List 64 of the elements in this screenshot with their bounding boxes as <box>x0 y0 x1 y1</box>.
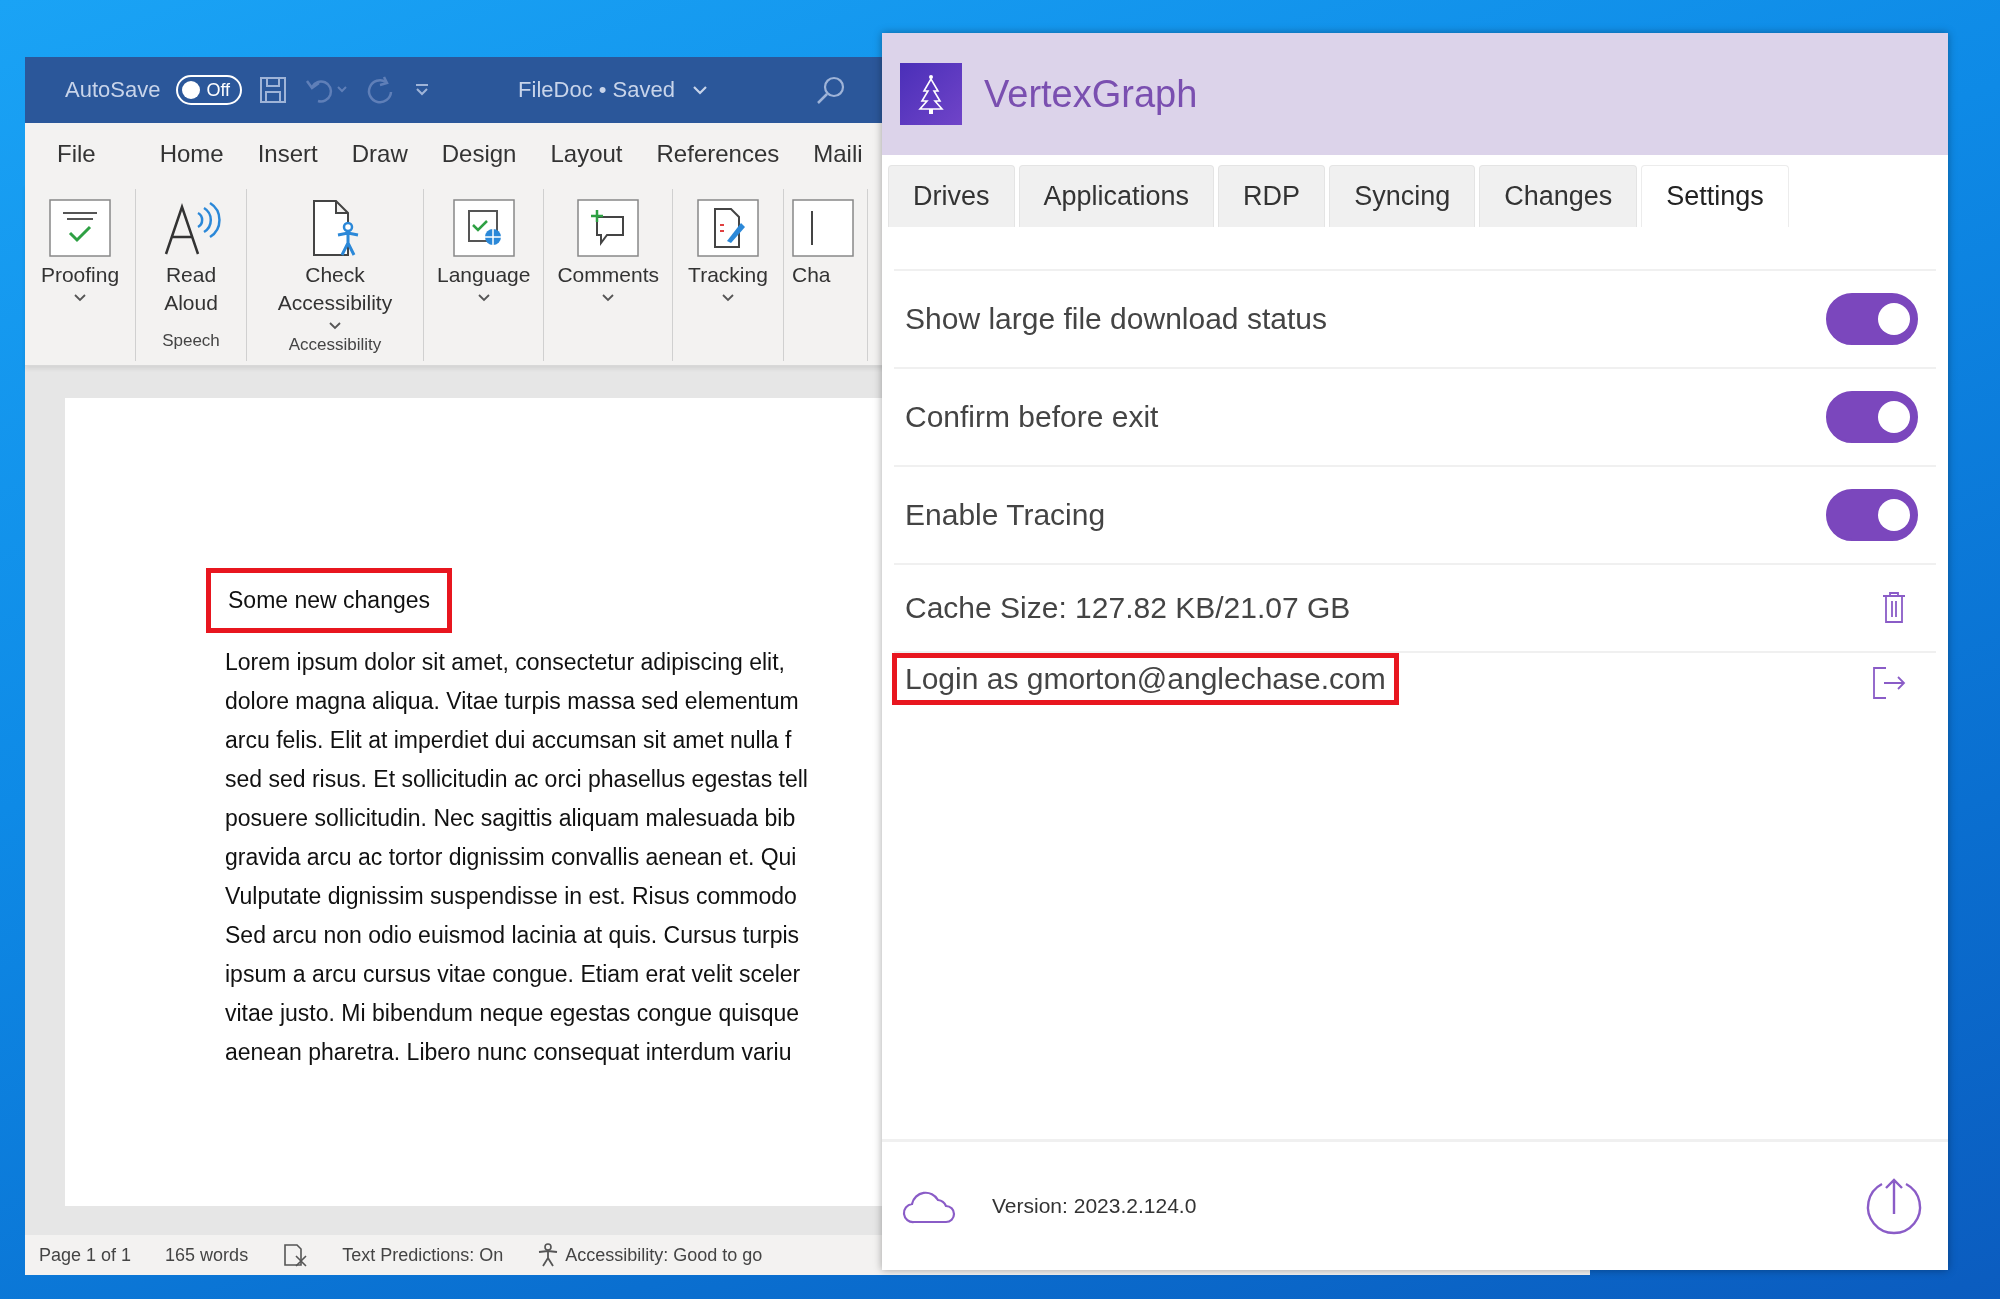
text-line: sed sed risus. Et sollicitudin ac orci phasellus egestas tell <box>225 765 808 794</box>
version-text: Version: 2023.2.124.0 <box>992 1194 1198 1218</box>
ribbon-command[interactable]: Cha <box>791 195 854 293</box>
logout-icon[interactable] <box>1872 667 1906 699</box>
menu-tab[interactable]: Insert <box>257 140 318 168</box>
setting-label: Show large file download status <box>904 301 1328 337</box>
setting-label: Confirm before exit <box>904 399 1160 435</box>
text-line: posuere sollicitudin. Nec sagittis aliquam malesuada bib <box>225 804 796 833</box>
upload-icon[interactable] <box>1864 1176 1924 1236</box>
tab[interactable]: Changes <box>1479 165 1638 227</box>
group-label: Accessibility <box>288 335 382 355</box>
document-icon <box>791 199 854 257</box>
document-heading: Some new changes <box>206 568 452 633</box>
tab[interactable]: Applications <box>1018 165 1215 227</box>
new-comment-icon <box>577 199 640 257</box>
spelling-check-icon <box>49 199 111 257</box>
ribbon-command[interactable]: Check Accessibility <box>260 195 410 335</box>
menu-tab[interactable]: File <box>57 140 96 168</box>
menu-tab[interactable]: Draw <box>351 140 408 168</box>
accessibility-status[interactable]: Accessibility: Good to go <box>565 1244 763 1266</box>
page-count[interactable]: Page 1 of 1 <box>39 1244 132 1266</box>
setting-label: Enable Tracing <box>904 497 1107 533</box>
text-line: Lorem ipsum dolor sit amet, consectetur adipiscing elit, <box>225 648 785 677</box>
toggle-switch[interactable] <box>1826 391 1918 443</box>
setting-label: Cache Size: 127.82 KB/21.07 GB <box>904 590 1352 626</box>
text-predictions-status[interactable]: Text Predictions: On <box>342 1244 504 1266</box>
proofing-icon[interactable] <box>282 1243 309 1267</box>
tab[interactable]: Settings <box>1641 165 1789 227</box>
menu-tab[interactable]: Maili <box>813 140 863 168</box>
ribbon-command[interactable]: Comments <box>557 195 659 307</box>
tab[interactable]: Syncing <box>1329 165 1476 227</box>
autosave-toggle[interactable]: Off <box>176 75 243 105</box>
tab[interactable]: RDP <box>1218 165 1326 227</box>
toggle-switch[interactable] <box>1826 489 1918 541</box>
text-line: aenean pharetra. Libero nunc consequat interdum variu <box>225 1038 792 1067</box>
word-count[interactable]: 165 words <box>165 1244 249 1266</box>
menu-tab[interactable]: References <box>656 140 780 168</box>
text-line: ipsum a arcu cursus vitae congue. Etiam erat velit sceler <box>225 960 801 989</box>
text-line: Vulputate dignissim suspendisse in est. Risus commodo <box>225 882 797 911</box>
trash-icon[interactable] <box>1882 592 1906 624</box>
text-line: vitae justo. Mi bibendum neque egestas congue quisque <box>225 999 800 1028</box>
app-title: VertexGraph <box>984 72 1198 116</box>
ribbon-command[interactable]: Tracking <box>685 195 770 307</box>
menu-tab[interactable]: Layout <box>550 140 623 168</box>
menu-tab[interactable]: Design <box>441 140 517 168</box>
text-line: arcu felis. Elit at imperdiet dui accumsan sit amet nulla f <box>225 726 792 755</box>
text-line: Sed arcu non odio euismod lacinia at quis. Cursus turpis <box>225 921 800 950</box>
group-label: Speech <box>162 331 220 351</box>
text-line: dolore magna aliqua. Vitae turpis massa sed elementum <box>225 687 799 716</box>
menu-tab[interactable]: Home <box>159 140 224 168</box>
save-icon[interactable] <box>258 75 289 105</box>
track-changes-icon <box>696 199 759 257</box>
tree-logo-icon <box>900 63 962 125</box>
tab[interactable]: Drives <box>888 165 1015 227</box>
search-icon[interactable] <box>815 74 847 106</box>
autosave-label: AutoSave <box>65 77 161 103</box>
ribbon-command[interactable]: Proofing <box>38 195 122 307</box>
text-line: gravida arcu ac tortor dignissim convallis aenean et. Qui <box>225 843 797 872</box>
setting-label: Login as gmorton@anglechase.com <box>892 653 1399 705</box>
ribbon-command[interactable]: Read Aloud <box>149 195 233 321</box>
language-icon <box>452 199 515 257</box>
toggle-switch[interactable] <box>1826 293 1918 345</box>
document-title[interactable]: FileDoc • Saved <box>518 77 675 103</box>
ribbon-command[interactable]: Language <box>437 195 531 307</box>
